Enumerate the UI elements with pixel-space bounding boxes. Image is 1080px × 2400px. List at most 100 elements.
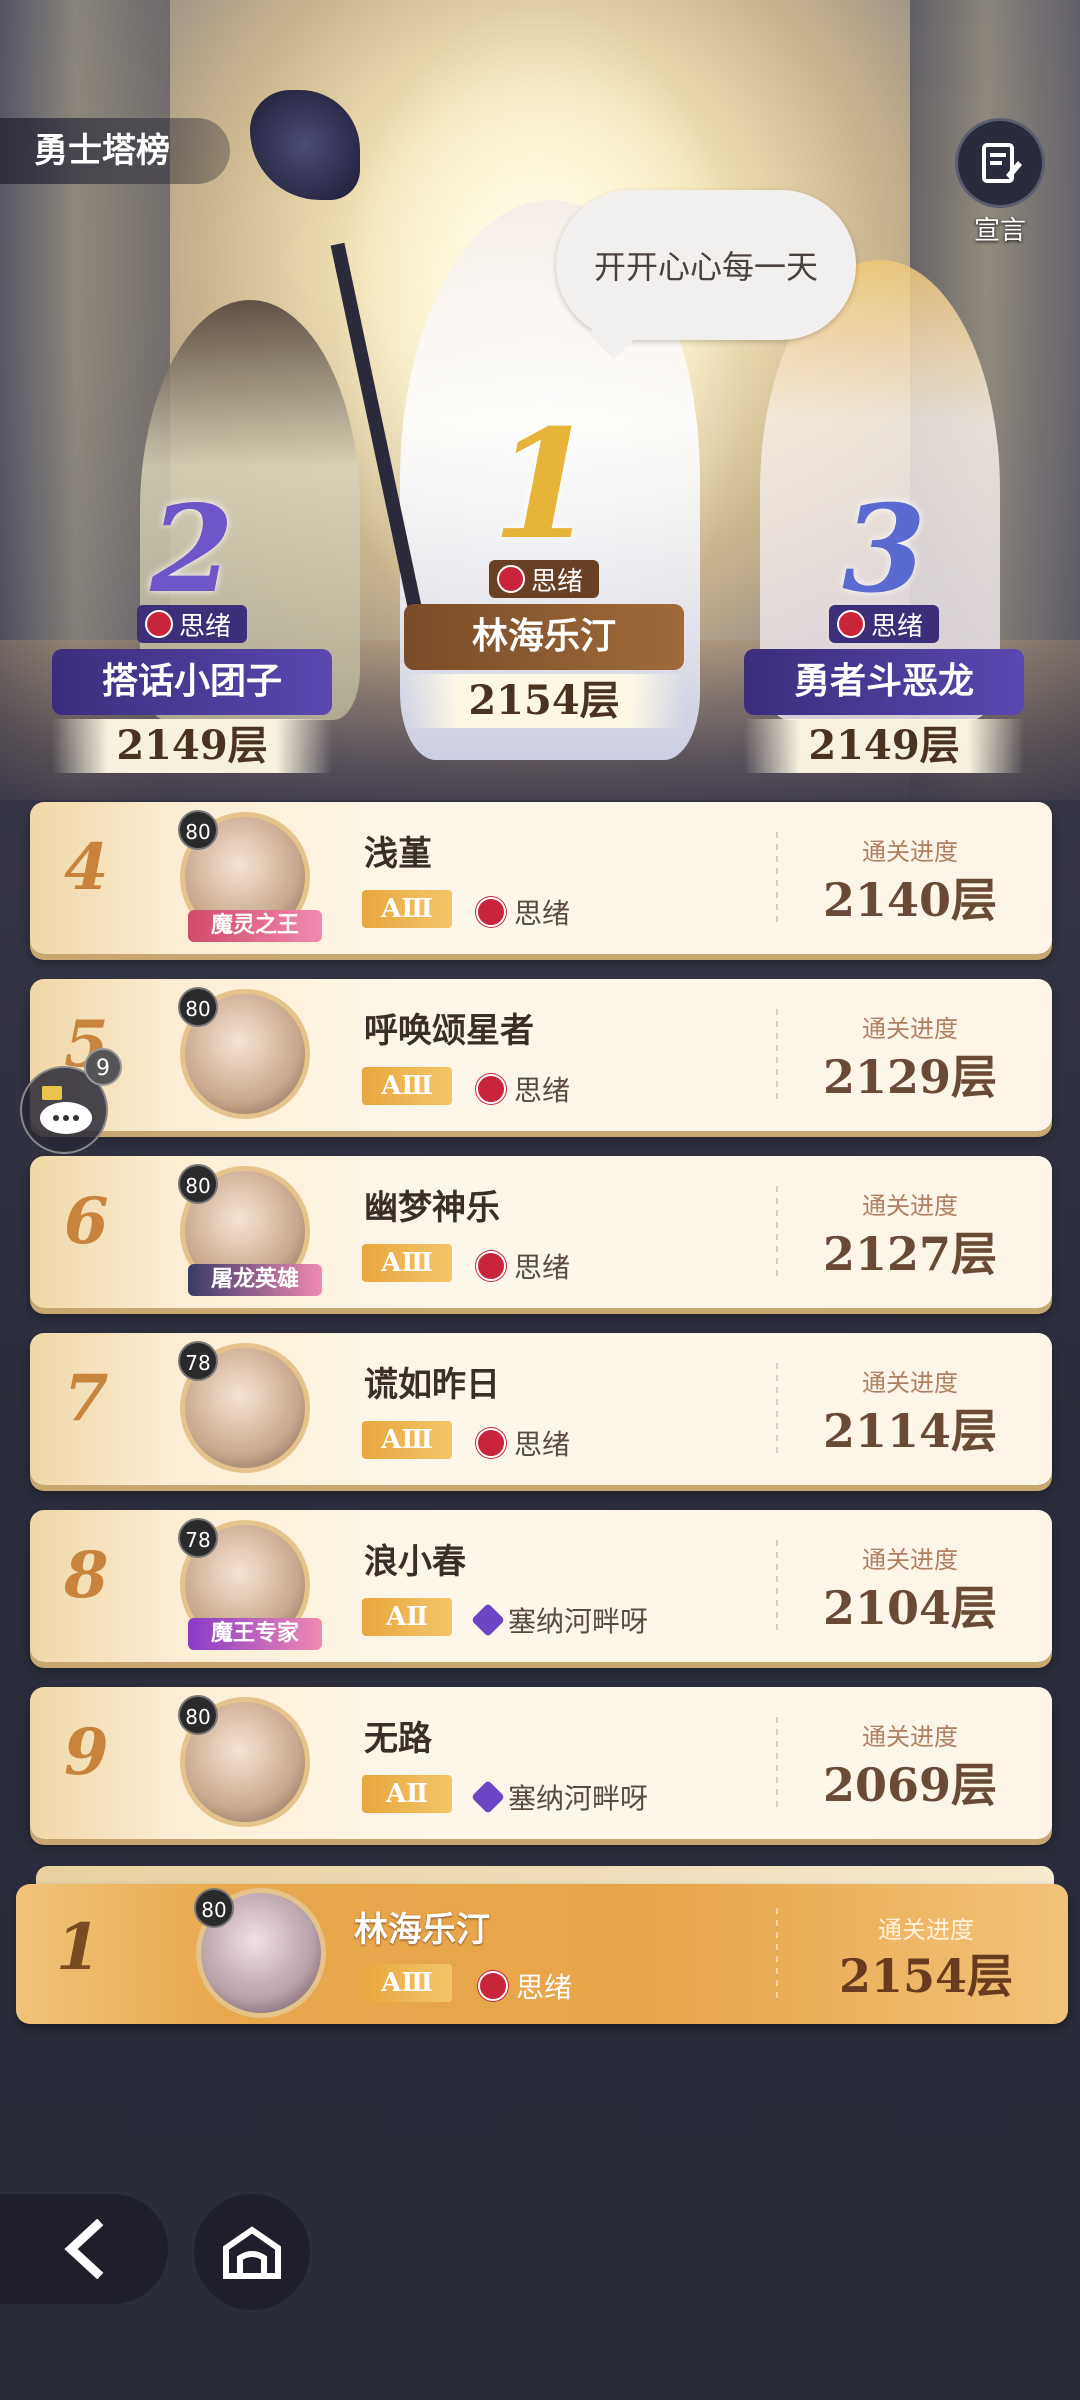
rank-number: 8 [64, 1538, 109, 1613]
rank-number: 1 [491, 397, 597, 573]
avatar-title-badge: 屠龙英雄 [188, 1264, 322, 1296]
progress-label: 通关进度 [862, 1015, 958, 1043]
floor-value: 2149层 [52, 719, 332, 773]
rank-row[interactable]: 6 80 屠龙英雄 幽梦神乐 AⅢ 思绪 通关进度 2127层 [30, 1156, 1052, 1308]
declare-label: 宣言 [973, 216, 1026, 246]
self-guild-name: 思绪 [516, 1971, 573, 2004]
divider [776, 832, 778, 924]
rank-row[interactable]: 9 80 无路 AⅡ 塞纳河畔呀 通关进度 2069层 [30, 1687, 1052, 1839]
guild-name: 思绪 [178, 611, 231, 642]
player-name: 浪小春 [364, 1542, 466, 1582]
chat-unread-count: 9 [84, 1048, 122, 1086]
declare-button[interactable]: 宣言 [952, 118, 1048, 246]
self-level-badge: 80 [194, 1888, 234, 1928]
speech-text: 开开心心每一天 [593, 248, 818, 286]
player-name: 浅堇 [364, 834, 432, 874]
guild-tag: 思绪 [828, 605, 939, 643]
level-badge: 80 [178, 987, 218, 1027]
divider [776, 1009, 778, 1101]
home-button[interactable] [194, 2194, 310, 2310]
chevron-left-icon [64, 2219, 104, 2279]
grade-badge: AⅢ [362, 1067, 452, 1105]
guild-name: 思绪 [514, 1428, 571, 1461]
self-grade-badge: AⅢ [362, 1964, 452, 2002]
guild-name: 思绪 [514, 897, 571, 930]
level-badge: 80 [178, 1695, 218, 1735]
self-rank-row[interactable]: 1 80 林海乐汀 AⅢ 思绪 通关进度 2154层 [16, 1884, 1068, 2024]
page-title: 勇士塔榜 [0, 118, 230, 184]
rose-icon [476, 1074, 506, 1104]
rank-row[interactable]: 8 78 魔王专家 浪小春 AⅡ 塞纳河畔呀 通关进度 2104层 [30, 1510, 1052, 1662]
player-name: 谎如昨日 [364, 1365, 500, 1405]
level-badge: 80 [178, 1164, 218, 1204]
grade-badge: AⅡ [362, 1775, 452, 1813]
rank-row[interactable]: 7 78 谎如昨日 AⅢ 思绪 通关进度 2114层 [30, 1333, 1052, 1485]
guild: 塞纳河畔呀 [471, 1600, 649, 1640]
player-name: 勇者斗恶龙 [744, 649, 1024, 715]
guild-name: 塞纳河畔呀 [508, 1782, 649, 1815]
self-guild: 思绪 [478, 1966, 572, 2006]
guild-name: 思绪 [514, 1251, 571, 1284]
rank-row[interactable]: 5 80 呼唤颂星者 AⅢ 思绪 通关进度 2129层 [30, 979, 1052, 1131]
level-badge: 78 [178, 1518, 218, 1558]
player-name: 林海乐汀 [404, 604, 684, 670]
rank-number: 9 [64, 1715, 109, 1790]
rank-number: 6 [64, 1184, 109, 1259]
grade-badge: AⅢ [362, 1244, 452, 1282]
avatar-title-badge: 魔王专家 [188, 1618, 322, 1650]
diamond-icon [471, 1603, 505, 1637]
guild-name: 思绪 [530, 566, 583, 597]
rose-icon [476, 1251, 506, 1281]
progress-value: 2104层 [822, 1581, 998, 1635]
avatar-title-badge: 魔灵之王 [188, 910, 322, 942]
podium-rank-3[interactable]: 3 思绪 勇者斗恶龙 2149层 [744, 479, 1024, 773]
guild-name: 思绪 [870, 611, 923, 642]
rose-icon [496, 565, 525, 593]
rose-icon [836, 610, 865, 638]
rose-icon [476, 1428, 506, 1458]
divider [776, 1363, 778, 1455]
rank-number: 4 [64, 830, 109, 905]
grade-badge: AⅢ [362, 1421, 452, 1459]
self-player-name: 林海乐汀 [354, 1910, 490, 1950]
home-icon [223, 2226, 281, 2279]
guild: 思绪 [476, 1246, 570, 1286]
divider [776, 1186, 778, 1278]
level-badge: 78 [178, 1341, 218, 1381]
guild: 塞纳河畔呀 [471, 1777, 649, 1817]
player-name: 幽梦神乐 [364, 1188, 500, 1228]
progress-label: 通关进度 [862, 1369, 958, 1397]
divider [776, 1717, 778, 1809]
rank-number: 3 [842, 479, 926, 620]
rose-icon [476, 897, 506, 927]
progress-label: 通关进度 [862, 1192, 958, 1220]
floor-value: 2154层 [404, 674, 684, 728]
guild: 思绪 [476, 1423, 570, 1463]
podium-rank-1[interactable]: 1 思绪 林海乐汀 2154层 [404, 410, 684, 728]
grade-badge: AⅢ [362, 890, 452, 928]
self-rank-number: 1 [56, 1910, 101, 1985]
rank-number: 2 [150, 479, 234, 620]
guild-name: 思绪 [514, 1074, 571, 1107]
level-badge: 80 [178, 810, 218, 850]
self-progress-value: 2154层 [838, 1949, 1014, 2003]
player-name: 搭话小团子 [52, 649, 332, 715]
divider [776, 1540, 778, 1632]
rank-row[interactable]: 4 80 魔灵之王 浅堇 AⅢ 思绪 通关进度 2140层 [30, 802, 1052, 954]
podium-rank-2[interactable]: 2 思绪 搭话小团子 2149层 [52, 479, 332, 773]
progress-value: 2129层 [822, 1050, 998, 1104]
rose-icon [478, 1971, 508, 2001]
progress-value: 2127层 [822, 1227, 998, 1281]
player-name: 呼唤颂星者 [364, 1011, 534, 1051]
guild-name: 塞纳河畔呀 [508, 1605, 649, 1638]
progress-value: 2114层 [822, 1404, 998, 1458]
guild: 思绪 [476, 1069, 570, 1109]
speech-bubble: 开开心心每一天 [556, 190, 856, 340]
progress-value: 2140层 [822, 873, 998, 927]
progress-label: 通关进度 [862, 1546, 958, 1574]
rank-number: 7 [64, 1361, 109, 1436]
guild-tag: 思绪 [488, 560, 599, 598]
progress-label: 通关进度 [862, 1723, 958, 1751]
divider [776, 1908, 778, 2000]
back-button[interactable] [0, 2194, 168, 2304]
